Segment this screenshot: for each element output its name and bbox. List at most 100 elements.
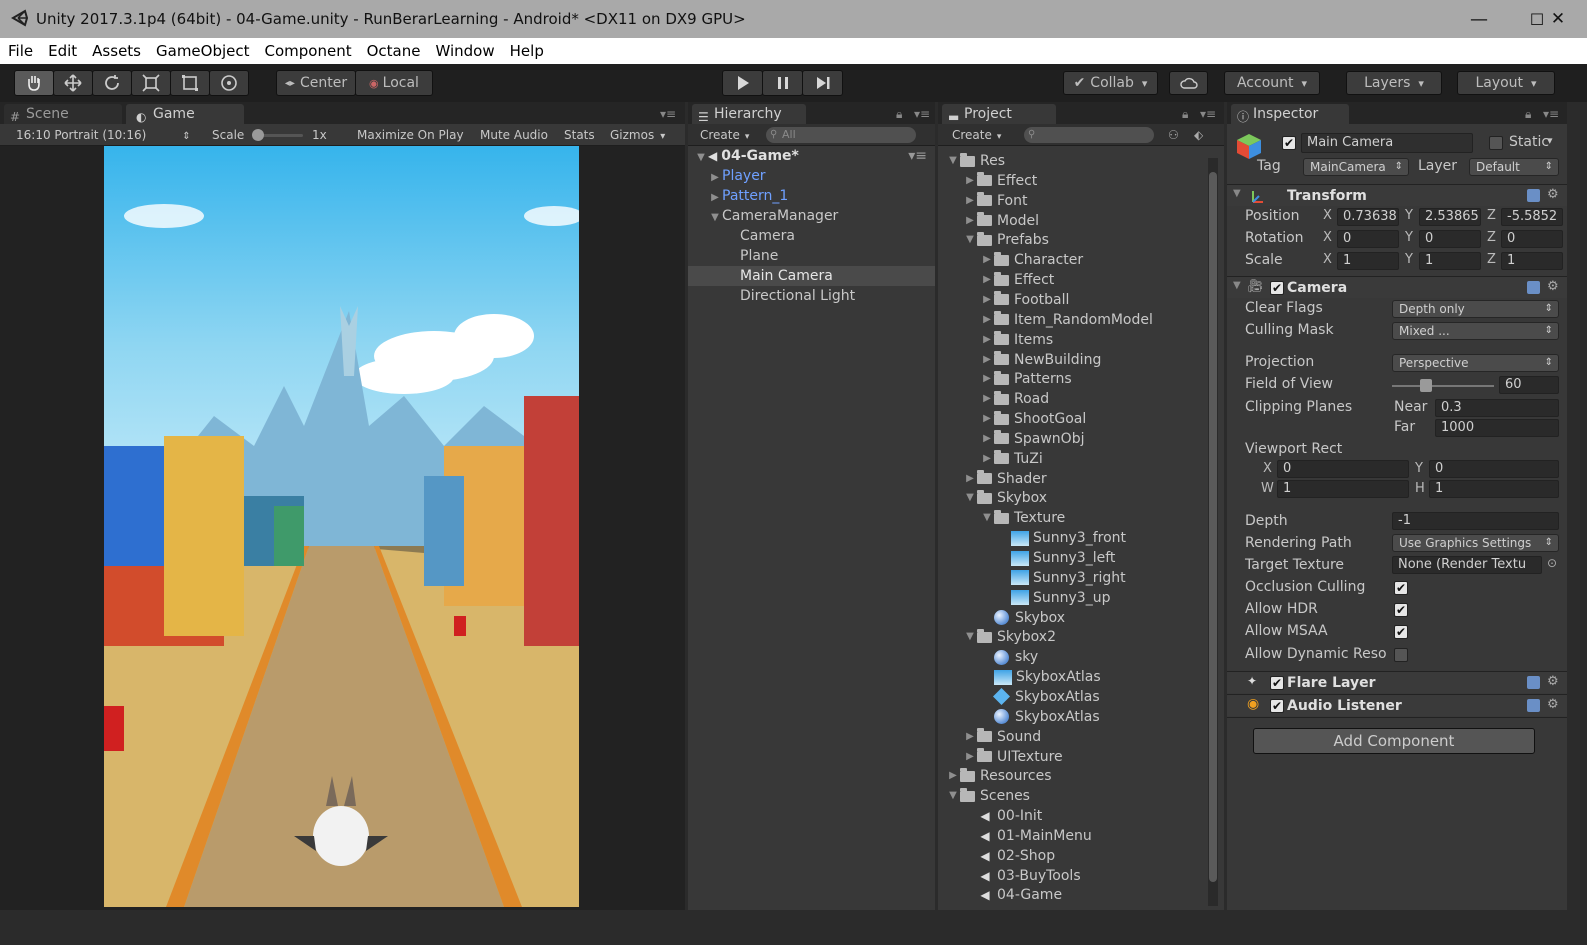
maximize-on-play-toggle[interactable]: Maximize On Play [357, 126, 464, 144]
play-button[interactable] [722, 70, 763, 96]
clear-flags-dropdown[interactable]: Depth only [1392, 300, 1559, 318]
project-item[interactable]: ▶ Font [963, 191, 1027, 211]
move-tool-button[interactable] [53, 70, 93, 96]
gear-icon[interactable]: ⚙ [1547, 187, 1559, 202]
axis-z-label[interactable]: Z [1487, 208, 1496, 223]
project-item[interactable]: ▼ Res [946, 151, 1005, 171]
space-local-button[interactable]: ◉ Local [355, 70, 433, 96]
project-item[interactable]: ◀ 04-Game [963, 885, 1062, 905]
reference-book-icon[interactable] [1527, 281, 1540, 294]
project-item[interactable]: SkyboxAtlas [980, 687, 1100, 707]
project-item[interactable]: ▶ Sound [963, 727, 1041, 747]
scale-tool-button[interactable] [131, 70, 171, 96]
transform-tool-button[interactable] [209, 70, 249, 96]
axis-x-label[interactable]: X [1323, 208, 1332, 223]
axis-y-label[interactable]: Y [1405, 230, 1413, 245]
panel-menu-icon[interactable]: ▾≡ [1543, 105, 1559, 123]
expand-right-icon[interactable]: ▶ [980, 330, 994, 350]
layout-dropdown[interactable]: Layout [1457, 71, 1555, 95]
project-item[interactable]: ▶ UITexture [963, 747, 1063, 767]
collab-dropdown[interactable]: ✔ Collab [1063, 71, 1158, 95]
project-item[interactable]: ◀ 01-MainMenu [963, 826, 1091, 846]
lock-icon[interactable]: 🔒︎ [1182, 105, 1188, 123]
expand-down-icon[interactable]: ▼ [963, 627, 977, 647]
hierarchy-item-plane[interactable]: Plane [688, 246, 935, 266]
project-item[interactable]: ▶ Item_RandomModel [980, 310, 1153, 330]
project-item[interactable]: ▶ NewBuilding [980, 350, 1101, 370]
filter-by-type-icon[interactable]: ⚇ [1168, 126, 1179, 144]
expand-right-icon[interactable]: ▶ [963, 469, 977, 489]
transform-header[interactable]: ▼ Transform ⚙ [1227, 184, 1567, 206]
lock-icon[interactable]: 🔒︎ [1525, 105, 1531, 123]
project-item[interactable]: ▶ Resources [946, 766, 1052, 786]
object-name-input[interactable]: Main Camera [1301, 133, 1473, 153]
project-item[interactable]: SkyboxAtlas [980, 667, 1101, 687]
hierarchy-create-dropdown[interactable]: Create ▾ [700, 126, 749, 144]
menu-edit[interactable]: Edit [48, 42, 77, 60]
expand-down-icon[interactable]: ▼ [963, 230, 977, 250]
layers-dropdown[interactable]: Layers [1346, 71, 1442, 95]
hierarchy-item-main-camera[interactable]: Main Camera [688, 266, 935, 286]
audio-listener-checkbox[interactable]: ✔ [1270, 699, 1284, 713]
allow-dynamic-resolution-checkbox[interactable] [1394, 648, 1408, 662]
tab-game[interactable]: ◐ Game [126, 104, 244, 125]
pause-button[interactable] [762, 70, 803, 96]
depth-input[interactable]: -1 [1392, 512, 1559, 530]
audio-listener-header[interactable]: ◉ ✔ Audio Listener ⚙ [1227, 694, 1567, 716]
project-item[interactable]: Sunny3_up [997, 588, 1110, 608]
pos-y-input[interactable]: 2.53865 [1419, 208, 1481, 226]
close-button[interactable]: ✕ [1529, 0, 1587, 38]
project-item[interactable]: SkyboxAtlas [980, 707, 1100, 727]
hierarchy-item-cameramanager[interactable]: ▼ CameraManager [688, 206, 935, 226]
occlusion-culling-checkbox[interactable]: ✔ [1394, 581, 1408, 595]
project-item[interactable]: ▼ Prefabs [963, 230, 1049, 250]
hierarchy-item-camera[interactable]: Camera [688, 226, 935, 246]
menu-help[interactable]: Help [510, 42, 544, 60]
expand-down-icon[interactable]: ▼ [963, 488, 977, 508]
object-picker-icon[interactable]: ⊙ [1547, 556, 1557, 570]
aspect-dropdown[interactable]: 16:10 Portrait (10:16) ⇕ [16, 126, 191, 144]
project-scrollbar[interactable] [1208, 158, 1218, 906]
project-item[interactable]: ▶ Effect [980, 270, 1054, 290]
rot-y-input[interactable]: 0 [1419, 230, 1481, 248]
hand-tool-button[interactable] [14, 70, 54, 96]
tab-scene[interactable]: # Scene [4, 104, 122, 125]
expand-right-icon[interactable]: ▶ [980, 290, 994, 310]
target-texture-field[interactable]: None (Render Textu [1392, 556, 1542, 574]
reference-book-icon[interactable] [1527, 189, 1540, 202]
expand-right-icon[interactable]: ▶ [980, 250, 994, 270]
gear-icon[interactable]: ⚙ [1547, 279, 1559, 294]
hierarchy-item-pattern-1[interactable]: ▶ Pattern_1 [688, 186, 935, 206]
scene-root[interactable]: ▼ ◀ 04-Game* ▾≡ [688, 146, 935, 166]
expand-right-icon[interactable]: ▶ [963, 171, 977, 191]
menu-file[interactable]: File [8, 42, 33, 60]
project-item[interactable]: ▶ Items [980, 330, 1053, 350]
axis-z-label[interactable]: Z [1487, 230, 1496, 245]
layer-dropdown[interactable]: Default [1469, 158, 1559, 176]
fov-slider-track[interactable] [1392, 385, 1494, 387]
project-item[interactable]: ▼ Skybox2 [963, 627, 1056, 647]
project-item[interactable]: ▶ ShootGoal [980, 409, 1086, 429]
project-item[interactable]: Sunny3_left [997, 548, 1115, 568]
project-item[interactable]: ▶ SpawnObj [980, 429, 1084, 449]
filter-by-label-icon[interactable]: ⬖ [1194, 126, 1203, 144]
cloud-button[interactable] [1169, 71, 1208, 95]
project-item[interactable]: ▶ TuZi [980, 449, 1043, 469]
project-item[interactable]: ▼ Skybox [963, 488, 1047, 508]
scl-x-input[interactable]: 1 [1337, 252, 1399, 270]
account-dropdown[interactable]: Account [1224, 71, 1320, 95]
viewport-w-input[interactable]: 1 [1277, 480, 1409, 498]
active-checkbox[interactable]: ✔ [1282, 136, 1296, 150]
axis-z-label[interactable]: Z [1487, 252, 1496, 267]
expand-down-icon[interactable]: ▼ [946, 151, 960, 171]
fov-input[interactable]: 60 [1499, 376, 1559, 394]
lock-icon[interactable]: 🔒︎ [896, 105, 902, 123]
project-item[interactable]: ▶ Effect [963, 171, 1037, 191]
expand-down-icon[interactable]: ▼ [946, 786, 960, 806]
fov-slider-thumb[interactable] [1420, 379, 1432, 392]
panel-menu-icon[interactable]: ▾≡ [1200, 105, 1216, 123]
expand-right-icon[interactable]: ▶ [980, 350, 994, 370]
project-item[interactable]: ◀ 03-BuyTools [963, 866, 1080, 886]
stats-toggle[interactable]: Stats [564, 126, 595, 144]
project-create-dropdown[interactable]: Create ▾ [952, 126, 1001, 144]
